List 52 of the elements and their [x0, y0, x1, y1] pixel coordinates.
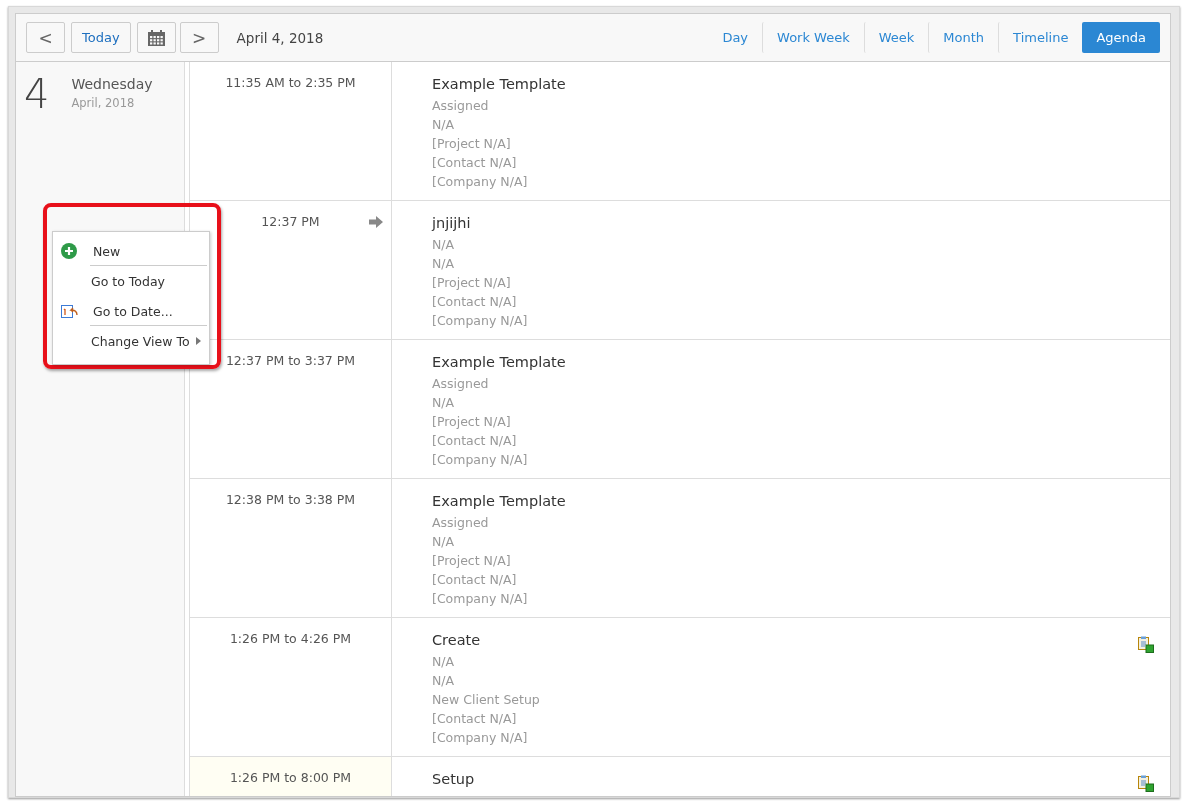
calendar-button[interactable]: [136, 22, 176, 53]
arrow-icon: [369, 216, 383, 228]
appointment-detail: [Project N/A]: [432, 552, 512, 570]
weekday: Wednesday: [71, 76, 153, 92]
view-tab[interactable]: Week: [863, 22, 929, 53]
time-cell: 1:26 PM to 8:00 PM: [190, 757, 392, 796]
appointment-detail: [Contact N/A]: [432, 571, 518, 589]
appointment-title[interactable]: jnjijhi: [432, 213, 471, 233]
appointment-title[interactable]: Create: [432, 630, 481, 650]
caret-icon: [196, 337, 201, 345]
view-tab[interactable]: Month: [928, 22, 999, 53]
appointment-detail: [Project N/A]: [432, 413, 512, 431]
appointment-detail: N/A: [432, 255, 456, 273]
calendar-icon: [147, 29, 165, 46]
appointment-detail: [Company N/A]: [432, 173, 529, 191]
previous-button[interactable]: <: [26, 22, 65, 53]
appointment-title[interactable]: Example Template: [432, 74, 566, 94]
appointment-detail: [Company N/A]: [432, 451, 529, 469]
appointment-detail: [Company N/A]: [432, 312, 529, 330]
appointment-detail: [Company N/A]: [432, 590, 529, 608]
current-date: April 4, 2018: [236, 29, 324, 46]
appointment-detail: Assigned: [432, 97, 490, 115]
appointment-detail: Assigned: [432, 514, 490, 532]
view-tab[interactable]: Agenda: [1082, 22, 1160, 53]
appointment-detail: [Project N/A]: [432, 274, 512, 292]
appointment-detail: [Company N/A]: [432, 729, 529, 747]
appointment-detail: [Contact N/A]: [432, 293, 518, 311]
appointment-detail: [Contact N/A]: [432, 154, 518, 172]
today-button[interactable]: Today: [71, 22, 131, 53]
clipboard-icon: [1138, 636, 1154, 653]
appointment-detail: [Contact N/A]: [432, 710, 518, 728]
appointment-detail: N/A: [432, 236, 456, 254]
appointment-detail: N/A: [432, 672, 456, 690]
appointment-detail: [Project N/A]: [432, 135, 512, 153]
appointment-title[interactable]: Example Template: [432, 352, 566, 372]
appointment-detail: Assigned: [432, 375, 490, 393]
appointment-detail: [Contact N/A]: [432, 432, 518, 450]
view-tab[interactable]: Day: [708, 22, 763, 53]
appointment-detail: N/A: [432, 394, 456, 412]
next-button[interactable]: >: [179, 22, 219, 53]
appointment-detail: New Client Setup: [432, 691, 541, 709]
appointment-detail: N/A: [432, 116, 456, 134]
month-year: April, 2018: [71, 96, 136, 110]
appointment-detail: N/A: [432, 533, 456, 551]
appointment-title[interactable]: Example Template: [432, 491, 566, 511]
day-number: 4: [24, 72, 50, 119]
appointment-title[interactable]: Setup: [432, 769, 475, 789]
view-tab[interactable]: Work Week: [762, 22, 864, 53]
clipboard-icon: [1138, 775, 1154, 792]
calendar-icon: [61, 303, 78, 319]
appointment-detail: N/A: [432, 653, 456, 671]
plus-icon: [61, 243, 77, 259]
